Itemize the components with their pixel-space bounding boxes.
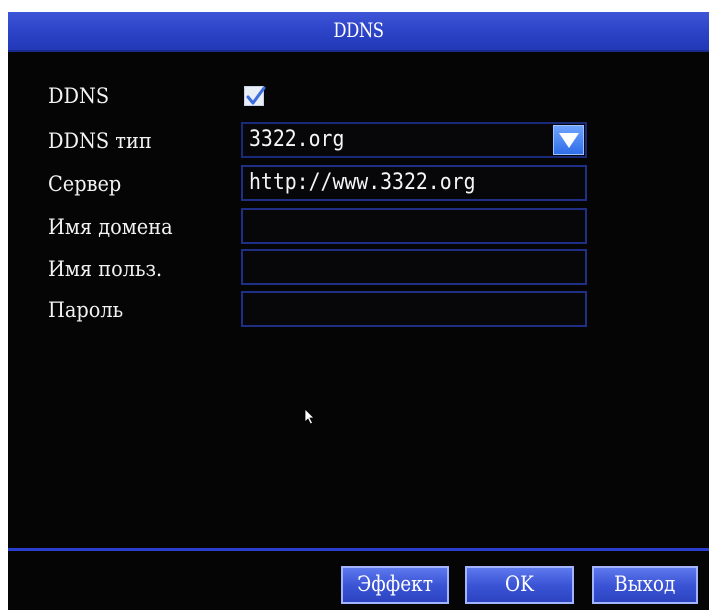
domain-field[interactable] — [241, 208, 587, 244]
ddns-enable-label: DDNS — [48, 84, 110, 108]
effect-button[interactable]: Эффект — [341, 566, 449, 604]
ddns-type-value: 3322.org — [249, 127, 345, 152]
password-label: Пароль — [48, 298, 124, 322]
ddns-type-select[interactable]: 3322.org — [241, 122, 587, 158]
exit-button-label: Выход — [614, 572, 676, 596]
footer-divider — [8, 548, 709, 551]
server-value: http://www.3322.org — [249, 170, 476, 195]
username-field[interactable] — [241, 249, 587, 285]
ddns-enable-checkbox[interactable] — [244, 86, 266, 106]
ddns-type-label: DDNS тип — [48, 129, 152, 153]
server-field[interactable]: http://www.3322.org — [241, 165, 587, 201]
ok-button[interactable]: OK — [465, 566, 574, 604]
exit-button[interactable]: Выход — [592, 566, 698, 604]
username-label: Имя польз. — [48, 257, 163, 281]
effect-button-label: Эффект — [357, 572, 433, 596]
dropdown-button[interactable] — [553, 125, 584, 155]
server-label: Сервер — [48, 172, 122, 196]
title-bar: DDNS — [8, 12, 709, 52]
triangle-down-icon — [559, 133, 579, 148]
ok-button-label: OK — [505, 572, 534, 596]
password-field[interactable] — [241, 291, 587, 327]
checkmark-icon — [246, 86, 266, 105]
domain-label: Имя домена — [48, 215, 173, 239]
mouse-pointer-icon — [304, 408, 316, 430]
ddns-dialog: DDNS DDNS DDNS тип 3322.org Сервер http:… — [8, 12, 709, 610]
window-title: DDNS — [333, 18, 384, 42]
